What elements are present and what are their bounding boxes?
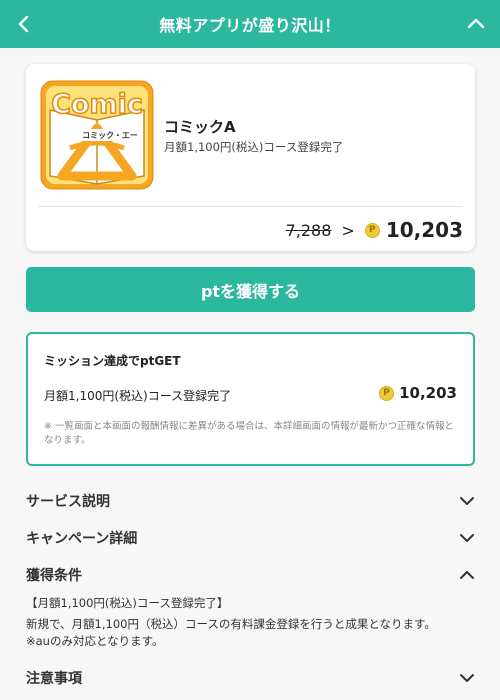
section-conditions[interactable]: 獲得条件 [26, 562, 475, 588]
conditions-line-1: 新規で、月額1,100円（税込）コースの有料課金登録を行うと成果となります。 [26, 617, 436, 631]
chevron-down-icon [460, 674, 474, 682]
page-title: 無料アプリが盛り沢山！ [159, 16, 341, 35]
conditions-line-2: ※auのみ対応となります。 [26, 634, 164, 648]
card-divider [38, 206, 463, 207]
chevron-down-icon [460, 497, 474, 505]
section-service-label: サービス説明 [26, 494, 110, 510]
offer-card: Comic コミック・エー コミックA 月額1,100円(税込)コース登録完了 … [26, 64, 475, 251]
header-bar: 無料アプリが盛り沢山！ [0, 0, 500, 48]
svg-text:Comic: Comic [51, 89, 143, 120]
conditions-text: 新規で、月額1,100円（税込）コースの有料課金登録を行うと成果となります。 ※… [26, 616, 466, 650]
mission-title: ミッション達成でptGET [44, 354, 181, 368]
section-campaign[interactable]: キャンペーン詳細 [26, 525, 475, 551]
back-arrow-icon [18, 15, 29, 33]
collapse-button[interactable] [452, 0, 500, 48]
section-campaign-label: キャンペーン詳細 [26, 531, 138, 547]
section-conditions-label: 獲得条件 [26, 568, 82, 584]
points-row: 7,288 > P 10,203 [286, 218, 463, 242]
mission-points: P 10,203 [379, 384, 457, 402]
point-coin-icon: P [364, 222, 380, 238]
point-coin-icon: P [379, 385, 395, 401]
old-points: 7,288 [285, 220, 332, 240]
back-button[interactable] [0, 0, 48, 48]
section-notes[interactable]: 注意事項 [26, 665, 475, 691]
comic-app-icon: Comic コミック・エー [40, 80, 154, 190]
mission-note: ※ 一覧画面と本画面の報酬情報に差異がある場合は、本詳細画面の情報が最新かつ正確… [44, 421, 454, 446]
app-description: 月額1,100円(税込)コース登録完了 [164, 140, 344, 154]
app-name: コミックA [164, 118, 236, 136]
get-points-button[interactable]: ptを獲得する [26, 267, 475, 312]
conditions-title: 【月額1,100円(税込)コース登録完了】 [26, 596, 229, 610]
svg-text:コミック・エー: コミック・エー [82, 130, 138, 140]
new-points: 10,203 [385, 218, 463, 242]
mission-item-label: 月額1,100円(税込)コース登録完了 [44, 389, 232, 403]
mission-points-value: 10,203 [399, 384, 457, 402]
chevron-down-icon [460, 534, 474, 542]
chevron-up-icon [467, 18, 485, 29]
points-arrow: > [341, 220, 355, 240]
section-service[interactable]: サービス説明 [26, 488, 475, 514]
chevron-up-icon [460, 571, 474, 579]
mission-box: ミッション達成でptGET 月額1,100円(税込)コース登録完了 P 10,2… [26, 332, 475, 466]
section-notes-label: 注意事項 [26, 671, 82, 687]
